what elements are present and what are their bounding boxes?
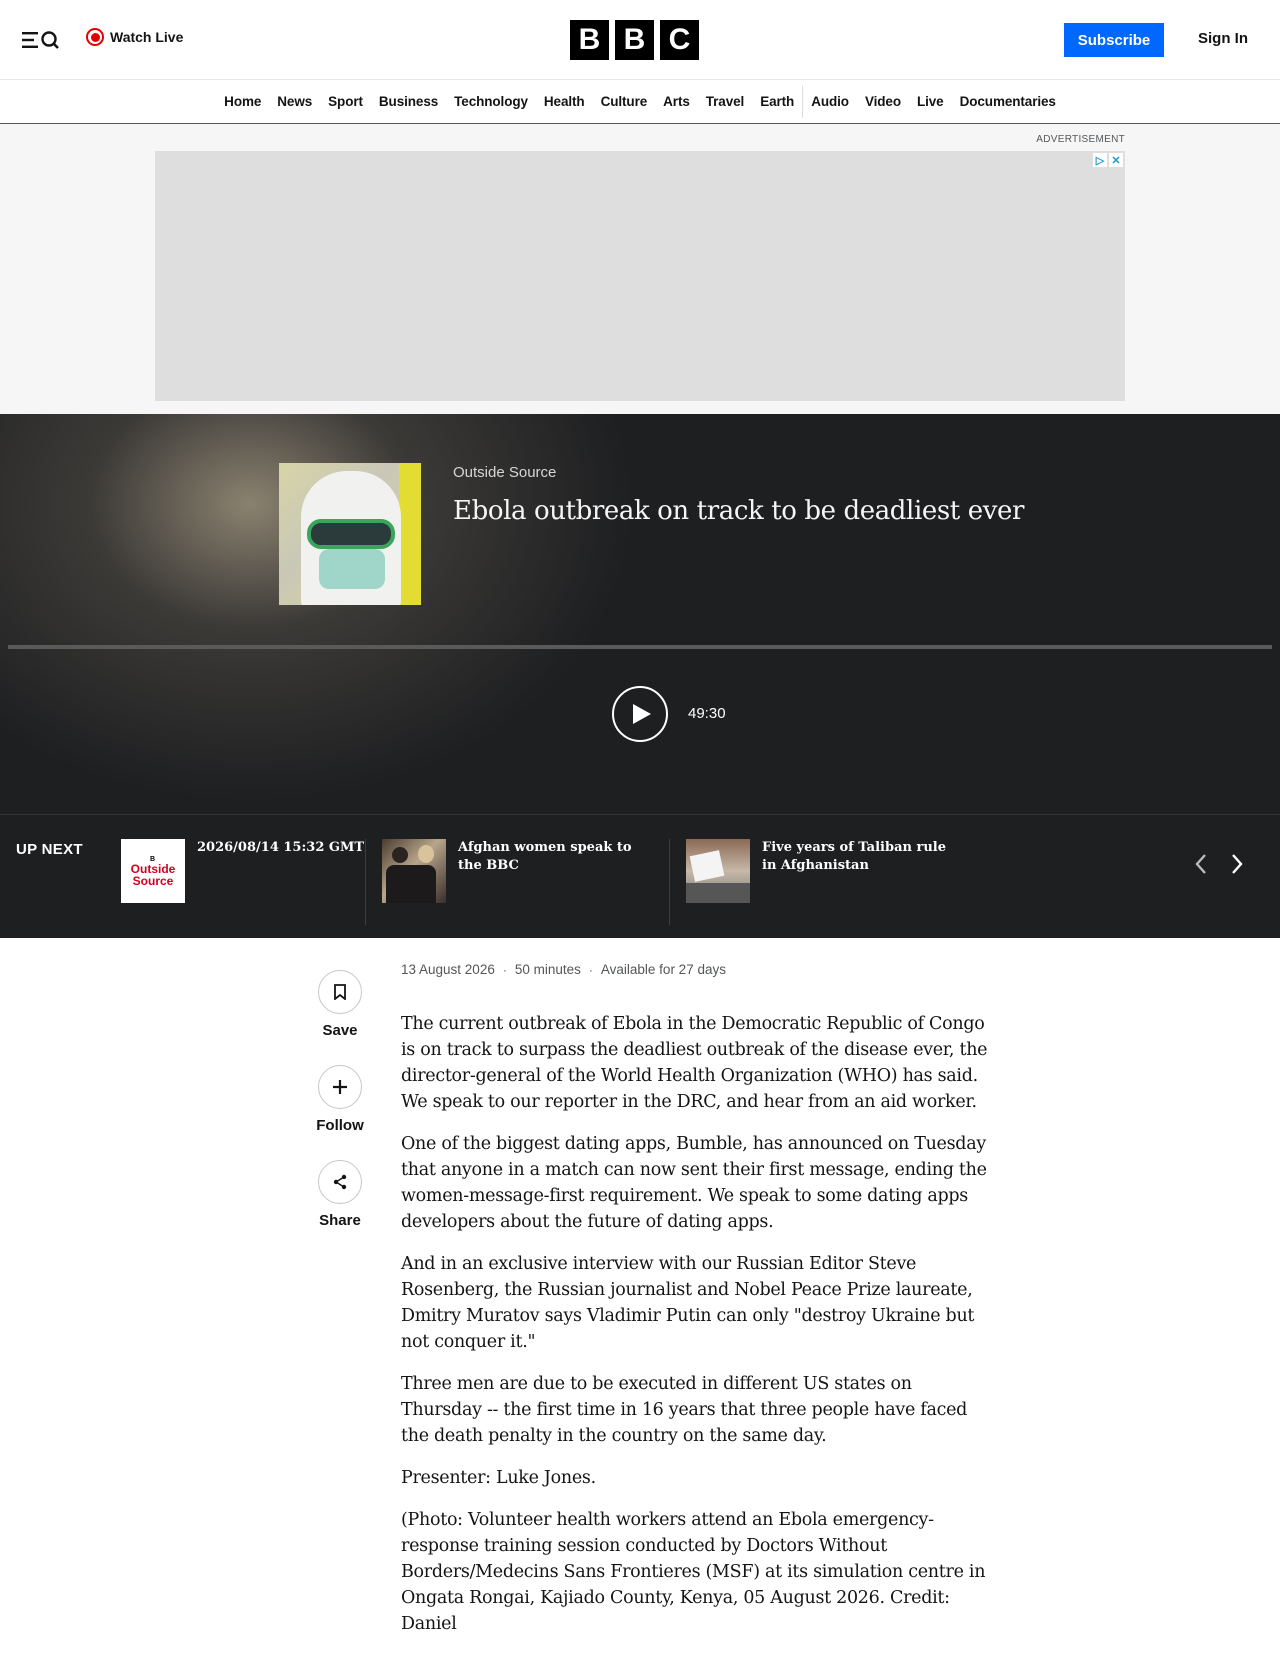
media-player: Outside Source Ebola outbreak on track t… (0, 414, 1280, 814)
logo-letter-b1: B (570, 20, 609, 60)
main-nav: Home News Sport Business Technology Heal… (0, 80, 1280, 124)
up-next-thumbnail (382, 839, 446, 903)
play-button[interactable] (612, 686, 668, 742)
follow-action[interactable]: Follow (312, 1065, 368, 1134)
adchoices-icon[interactable]: ▷ (1093, 153, 1107, 167)
nav-item-documentaries[interactable]: Documentaries (952, 94, 1064, 109)
subscribe-button[interactable]: Subscribe (1064, 23, 1164, 57)
bookmark-icon (334, 984, 346, 1000)
sign-in-link[interactable]: Sign In (1198, 30, 1248, 47)
site-header: Watch Live B B C Subscribe Sign In (0, 0, 1280, 80)
up-next-label: UP NEXT (16, 841, 83, 858)
nav-item-technology[interactable]: Technology (446, 94, 536, 109)
nav-item-audio[interactable]: Audio (803, 94, 857, 109)
follow-label: Follow (316, 1117, 364, 1134)
share-action[interactable]: Share (312, 1160, 368, 1229)
nav-item-health[interactable]: Health (536, 94, 593, 109)
up-next-bar: UP NEXT B Outside Source 2026/08/14 15:3… (0, 814, 1280, 938)
advert-slot[interactable]: ▷ ✕ (155, 151, 1125, 401)
carousel-arrows (1192, 851, 1246, 877)
bbc-logo[interactable]: B B C (570, 20, 699, 60)
meta-separator: · (588, 962, 593, 977)
logo-letter-c: C (660, 20, 699, 60)
up-next-title: Afghan women speak to the BBC (458, 840, 632, 873)
episode-meta: 13 August 2026 · 50 minutes · Available … (401, 962, 726, 977)
description-paragraph: Three men are due to be executed in diff… (401, 1374, 968, 1446)
chevron-right-icon[interactable] (1228, 851, 1246, 877)
nav-item-news[interactable]: News (269, 94, 320, 109)
chevron-left-icon[interactable] (1192, 851, 1210, 877)
up-next-thumbnail (686, 839, 750, 903)
programme-name[interactable]: Outside Source (453, 464, 556, 481)
thumbnail-caption: Outside Source (130, 861, 176, 888)
meta-separator: · (502, 962, 507, 977)
up-next-title: Five years of Taliban rule in Afghanista… (762, 840, 946, 873)
duration: 49:30 (688, 705, 726, 722)
share-button[interactable] (318, 1160, 362, 1204)
nav-item-sport[interactable]: Sport (320, 94, 371, 109)
episode-thumbnail (279, 463, 421, 605)
up-next-thumbnail: B Outside Source (121, 839, 185, 903)
nav-item-travel[interactable]: Travel (698, 94, 752, 109)
share-icon (333, 1174, 347, 1190)
broadcast-date: 13 August 2026 (401, 962, 495, 977)
watch-live-link[interactable]: Watch Live (86, 28, 183, 46)
availability: Available for 27 days (600, 962, 726, 977)
close-ad-icon[interactable]: ✕ (1109, 153, 1123, 167)
up-next-item[interactable]: Afghan women speak to the BBC (382, 839, 648, 903)
plus-icon (333, 1080, 347, 1094)
save-label: Save (322, 1022, 358, 1039)
episode-description: The current outbreak of Ebola in the Dem… (401, 1011, 991, 1653)
advert-label: ADVERTISEMENT (1036, 134, 1125, 145)
progress-scrubber[interactable] (8, 645, 1272, 649)
advert-band: ADVERTISEMENT ▷ ✕ (0, 124, 1280, 414)
logo-letter-b2: B (615, 20, 654, 60)
save-action[interactable]: Save (312, 970, 368, 1039)
nav-item-home[interactable]: Home (216, 94, 269, 109)
share-label: Share (319, 1212, 361, 1229)
nav-item-live[interactable]: Live (909, 94, 952, 109)
nav-item-arts[interactable]: Arts (655, 94, 698, 109)
watch-live-label: Watch Live (110, 29, 184, 45)
play-icon (633, 704, 651, 724)
episode-length: 50 minutes (514, 962, 581, 977)
description-paragraph: Presenter: Luke Jones. (401, 1468, 596, 1488)
menu-icon (22, 31, 59, 49)
description-paragraph: And in an exclusive interview with our R… (401, 1254, 975, 1352)
nav-item-video[interactable]: Video (857, 94, 909, 109)
up-next-item[interactable]: Five years of Taliban rule in Afghanista… (686, 839, 952, 903)
up-next-item[interactable]: B Outside Source 2026/08/14 15:32 GMT (121, 839, 387, 903)
description-paragraph: (Photo: Volunteer health workers attend … (401, 1510, 986, 1634)
nav-item-earth[interactable]: Earth (752, 94, 802, 109)
live-icon (86, 28, 104, 46)
description-paragraph: The current outbreak of Ebola in the Dem… (401, 1014, 988, 1112)
follow-button[interactable] (318, 1065, 362, 1109)
description-paragraph: One of the biggest dating apps, Bumble, … (401, 1134, 987, 1232)
episode-title: Ebola outbreak on track to be deadliest … (453, 496, 1025, 526)
nav-item-business[interactable]: Business (371, 94, 446, 109)
menu-search-button[interactable] (20, 28, 64, 52)
save-button[interactable] (318, 970, 362, 1014)
up-next-divider (669, 839, 670, 925)
up-next-divider (365, 839, 366, 925)
up-next-title: 2026/08/14 15:32 GMT (197, 840, 365, 855)
nav-item-culture[interactable]: Culture (593, 94, 656, 109)
